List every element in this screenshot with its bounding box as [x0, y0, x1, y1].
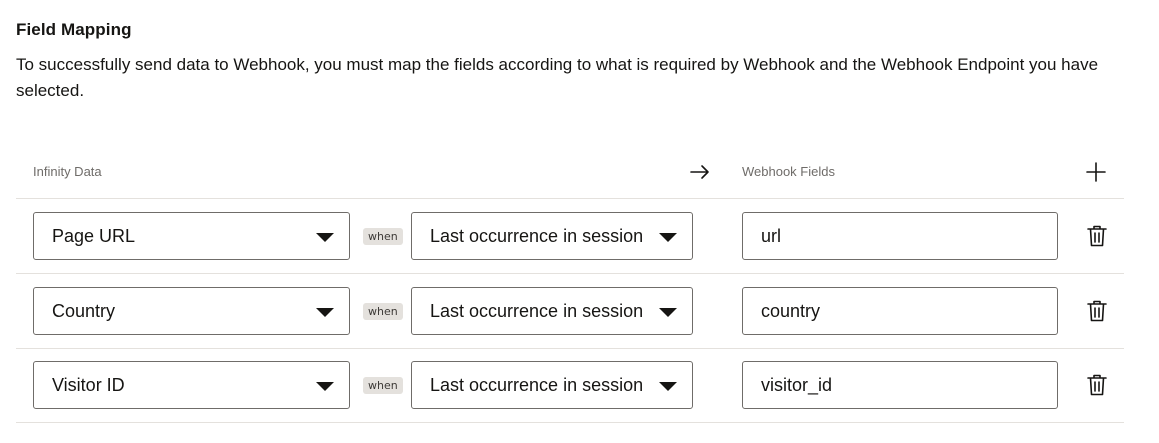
infinity-field-value: Page URL: [52, 226, 136, 246]
infinity-field-select[interactable]: Country: [33, 287, 350, 335]
infinity-field-value: Country: [52, 301, 116, 321]
webhook-field-input[interactable]: [742, 361, 1058, 409]
caret-down-icon: [659, 308, 677, 317]
caret-down-icon: [316, 382, 334, 391]
delete-mapping-button[interactable]: [1086, 224, 1108, 248]
occurrence-select[interactable]: Last occurrence in session: [411, 287, 693, 335]
mapping-row: Page URL when Last occurrence in session: [16, 199, 1124, 274]
plus-icon: [1086, 162, 1106, 182]
occurrence-select[interactable]: Last occurrence in session: [411, 361, 693, 409]
occurrence-value: Last occurrence in session: [430, 226, 644, 246]
infinity-field-select[interactable]: Visitor ID: [33, 361, 350, 409]
occurrence-value: Last occurrence in session: [430, 301, 644, 321]
mapping-row: Country when Last occurrence in session: [16, 274, 1124, 349]
delete-mapping-button[interactable]: [1086, 299, 1108, 323]
delete-mapping-button[interactable]: [1086, 373, 1108, 397]
add-mapping-button[interactable]: [1082, 158, 1110, 186]
trash-icon: [1087, 225, 1107, 247]
caret-down-icon: [316, 308, 334, 317]
page-title: Field Mapping: [16, 20, 132, 39]
caret-down-icon: [316, 233, 334, 242]
webhook-field-input[interactable]: [742, 287, 1058, 335]
infinity-field-select[interactable]: Page URL: [33, 212, 350, 260]
caret-down-icon: [659, 233, 677, 242]
page-description: To successfully send data to Webhook, yo…: [16, 55, 1099, 100]
webhook-fields-column-label: Webhook Fields: [742, 164, 835, 179]
arrow-right-icon: [690, 165, 709, 179]
occurrence-select[interactable]: Last occurrence in session: [411, 212, 693, 260]
mapping-table-header: Infinity Data Webhook Fields: [16, 150, 1124, 199]
infinity-field-value: Visitor ID: [52, 375, 125, 395]
webhook-field-input[interactable]: [742, 212, 1058, 260]
when-badge: when: [363, 377, 403, 394]
when-badge: when: [363, 228, 403, 245]
infinity-data-column-label: Infinity Data: [33, 164, 102, 179]
occurrence-value: Last occurrence in session: [430, 375, 644, 395]
when-badge: when: [363, 303, 403, 320]
mapping-row: Visitor ID when Last occurrence in sessi…: [16, 348, 1124, 423]
trash-icon: [1087, 374, 1107, 396]
trash-icon: [1087, 300, 1107, 322]
caret-down-icon: [659, 382, 677, 391]
